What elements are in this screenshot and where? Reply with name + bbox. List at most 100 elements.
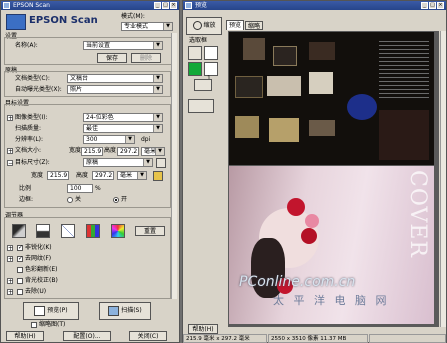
close-button[interactable]: 关闭(C) — [129, 331, 167, 341]
auto-exposure-label: 自动曝光类型(X): — [15, 86, 62, 93]
unsharp-label: 非锐化(K) — [25, 244, 52, 251]
scale-label: 比例 — [19, 185, 32, 192]
curve-icon[interactable] — [61, 224, 75, 238]
color-palette-icon[interactable] — [111, 224, 125, 238]
catalog-page — [229, 32, 434, 165]
target-height-label: 高度 — [76, 172, 89, 179]
chevron-down-icon: ▼ — [137, 172, 146, 179]
bead-red — [301, 228, 317, 244]
expand-icon[interactable]: + — [7, 114, 13, 121]
doc-type-select[interactable]: 文稿台 ▼ — [67, 74, 163, 83]
target-size-label: 目标尺寸(Z): — [15, 159, 50, 166]
maximize-button[interactable]: □ — [429, 2, 436, 9]
chevron-down-icon: ▼ — [125, 136, 134, 143]
chevron-down-icon: ▼ — [153, 125, 162, 132]
minimize-button[interactable]: _ — [154, 2, 161, 9]
target-size-select[interactable]: 原稿 ▼ — [83, 158, 153, 167]
preview-help-button[interactable]: 帮助(H) — [188, 324, 218, 334]
option-descreen-row[interactable]: + — [7, 255, 15, 263]
trim-on-label: 开 — [121, 196, 128, 203]
doc-width-field[interactable]: 215.9 — [81, 147, 103, 156]
marquee-delete-icon[interactable] — [204, 62, 218, 76]
preview-icon — [34, 305, 46, 316]
expand-icon[interactable]: + — [7, 255, 13, 262]
expand-icon[interactable]: + — [7, 288, 13, 295]
close-window-button[interactable]: × — [437, 2, 444, 9]
mode-value: 专业模式 — [124, 23, 149, 30]
save-button[interactable]: 保存 — [97, 53, 127, 63]
image-type-select[interactable]: 24-位彩色 ▼ — [83, 113, 163, 122]
name-label: 名称(A): — [15, 42, 38, 49]
lock-icon[interactable] — [153, 171, 163, 181]
app-icon — [3, 2, 10, 9]
backlight-checkbox[interactable] — [17, 278, 23, 284]
doc-unit-select[interactable]: 毫米 ▼ — [141, 147, 165, 156]
tab-preview[interactable]: 预览 — [226, 20, 244, 30]
scan-quality-value: 最佳 — [86, 125, 99, 132]
name-select[interactable]: 当前设置 ▼ — [83, 41, 163, 50]
auto-exposure-value: 照片 — [70, 86, 83, 93]
expand-icon[interactable]: + — [7, 244, 13, 251]
trim-on-radio[interactable] — [113, 197, 119, 203]
close-window-button[interactable]: × — [170, 2, 177, 9]
thumbnail-checkbox[interactable] — [31, 322, 37, 328]
option-dust-row[interactable]: + — [7, 288, 15, 296]
auto-exposure-select[interactable]: 照片 ▼ — [67, 85, 163, 94]
option-unsharp-row[interactable]: + — [7, 244, 15, 252]
scale-field[interactable]: 100 — [67, 184, 93, 193]
scan-button[interactable]: 扫描(S) — [99, 302, 151, 320]
marquee-color-icon[interactable] — [188, 62, 202, 76]
marquee-add-icon[interactable] — [204, 46, 218, 60]
config-button[interactable]: 配置(O)... — [63, 331, 111, 341]
bag-item — [309, 120, 335, 136]
chevron-down-icon: ▼ — [153, 114, 162, 121]
help-button[interactable]: 帮助(H) — [6, 331, 44, 341]
tab-thumbnail[interactable]: 缩略 — [245, 21, 263, 30]
image-type-label: 图像类型(I): — [15, 114, 48, 121]
resolution-select[interactable]: 300 ▼ — [83, 135, 135, 144]
doc-size-row[interactable]: + 文档大小: — [7, 147, 41, 155]
target-width-field[interactable]: 215.9 — [47, 171, 69, 180]
bag-item — [243, 38, 265, 60]
option-backlight-row[interactable]: + — [7, 277, 15, 285]
mode-select[interactable]: 专业模式 ▼ — [121, 22, 173, 31]
expand-icon[interactable]: + — [7, 147, 13, 154]
epson-logo-icon — [6, 14, 26, 30]
settings-scrollbar[interactable] — [171, 33, 177, 299]
target-size-value: 原稿 — [86, 159, 99, 166]
expand-icon[interactable]: + — [7, 277, 13, 284]
preview-scrollbar[interactable] — [440, 31, 446, 327]
marquee-select-icon[interactable] — [188, 46, 202, 60]
reset-button[interactable]: 重置 — [135, 226, 165, 236]
tone-correction-icon[interactable] — [36, 224, 50, 238]
trim-off-radio[interactable] — [67, 197, 73, 203]
target-unit-select[interactable]: 毫米 ▼ — [117, 171, 147, 180]
minimize-button[interactable]: _ — [421, 2, 428, 9]
color-balance-icon[interactable] — [86, 224, 100, 238]
unsharp-checkbox[interactable]: ✓ — [17, 245, 23, 251]
scan-quality-select[interactable]: 最佳 ▼ — [83, 124, 163, 133]
delete-button[interactable]: 删除 — [131, 53, 161, 63]
preview-canvas[interactable]: COVER PConline.com.cn 太 平 洋 电 脑 网 — [228, 31, 439, 327]
descreen-checkbox[interactable]: ✓ — [17, 256, 23, 262]
target-size-row[interactable]: − 目标尺寸(Z): — [7, 159, 50, 167]
collapse-icon[interactable]: − — [7, 159, 13, 166]
maximize-button[interactable]: □ — [162, 2, 169, 9]
chevron-down-icon: ▼ — [153, 86, 162, 93]
dust-checkbox[interactable] — [17, 289, 23, 295]
target-height-field[interactable]: 297.2 — [92, 171, 114, 180]
bag-item — [269, 118, 299, 142]
doc-height-label: 高度 — [104, 147, 117, 154]
auto-locate-icon[interactable] — [188, 99, 214, 113]
chevron-down-icon: ▼ — [155, 148, 164, 155]
trim-off-label: 关 — [75, 196, 82, 203]
epson-scan-titlebar: EPSON Scan _ □ × — [1, 1, 179, 10]
preview-button[interactable]: 预览(P) — [23, 302, 79, 320]
target-size-options-button[interactable] — [156, 158, 166, 168]
image-type-row[interactable]: + 图像类型(I): — [7, 114, 47, 122]
color-restore-checkbox[interactable] — [17, 267, 23, 273]
marquee-auto-icon[interactable] — [194, 79, 212, 91]
doc-height-field[interactable]: 297.2 — [117, 147, 139, 156]
zoom-button[interactable]: 缩放 — [186, 17, 222, 35]
histogram-icon[interactable] — [12, 224, 26, 238]
